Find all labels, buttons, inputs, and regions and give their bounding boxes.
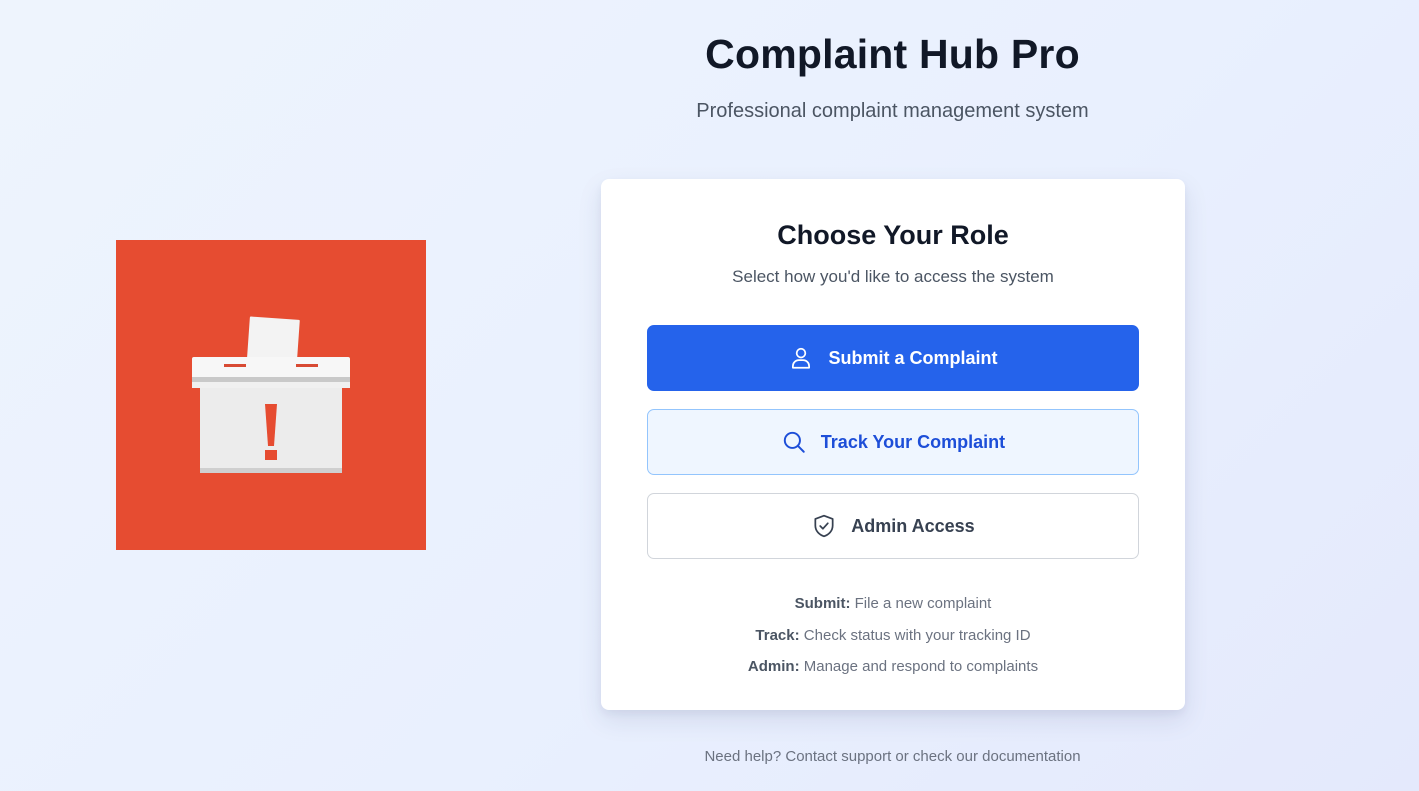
card-title: Choose Your Role xyxy=(777,220,1009,250)
help-item-admin: Admin: Manage and respond to complaints xyxy=(601,651,1185,683)
help-term: Admin: xyxy=(747,658,800,675)
shield-check-icon xyxy=(811,513,837,539)
submit-complaint-label: Submit a Complaint xyxy=(828,347,998,368)
footer-help-text: Need help? Contact support or check our … xyxy=(704,748,1081,765)
role-selection-card: Choose Your Role Select how you'd like t… xyxy=(601,179,1185,710)
admin-access-button[interactable]: Admin Access xyxy=(647,493,1139,559)
help-item-track: Track: Check status with your tracking I… xyxy=(601,620,1185,652)
user-icon xyxy=(788,345,814,371)
track-complaint-button[interactable]: Track Your Complaint xyxy=(647,409,1139,475)
track-complaint-label: Track Your Complaint xyxy=(820,431,1006,452)
page-header: Complaint Hub Pro Professional complaint… xyxy=(600,30,1185,123)
logo-image xyxy=(116,240,426,550)
help-desc: Manage and respond to complaints xyxy=(803,658,1039,675)
card-subtitle: Select how you'd like to access the syst… xyxy=(732,267,1054,286)
ballot-box-exclamation-icon xyxy=(192,316,350,473)
submit-complaint-button[interactable]: Submit a Complaint xyxy=(647,325,1139,391)
app-title: Complaint Hub Pro xyxy=(705,31,1080,77)
admin-access-label: Admin Access xyxy=(851,515,975,536)
help-desc: Check status with your tracking ID xyxy=(803,626,1031,644)
help-item-submit: Submit: File a new complaint xyxy=(601,588,1185,620)
help-term: Track: xyxy=(755,626,800,644)
help-desc: File a new complaint xyxy=(854,595,992,612)
search-icon xyxy=(781,429,807,455)
role-help-list: Submit: File a new complaint Track: Chec… xyxy=(601,588,1185,683)
app-subtitle: Professional complaint management system xyxy=(696,100,1089,122)
help-term: Submit: xyxy=(794,595,851,612)
